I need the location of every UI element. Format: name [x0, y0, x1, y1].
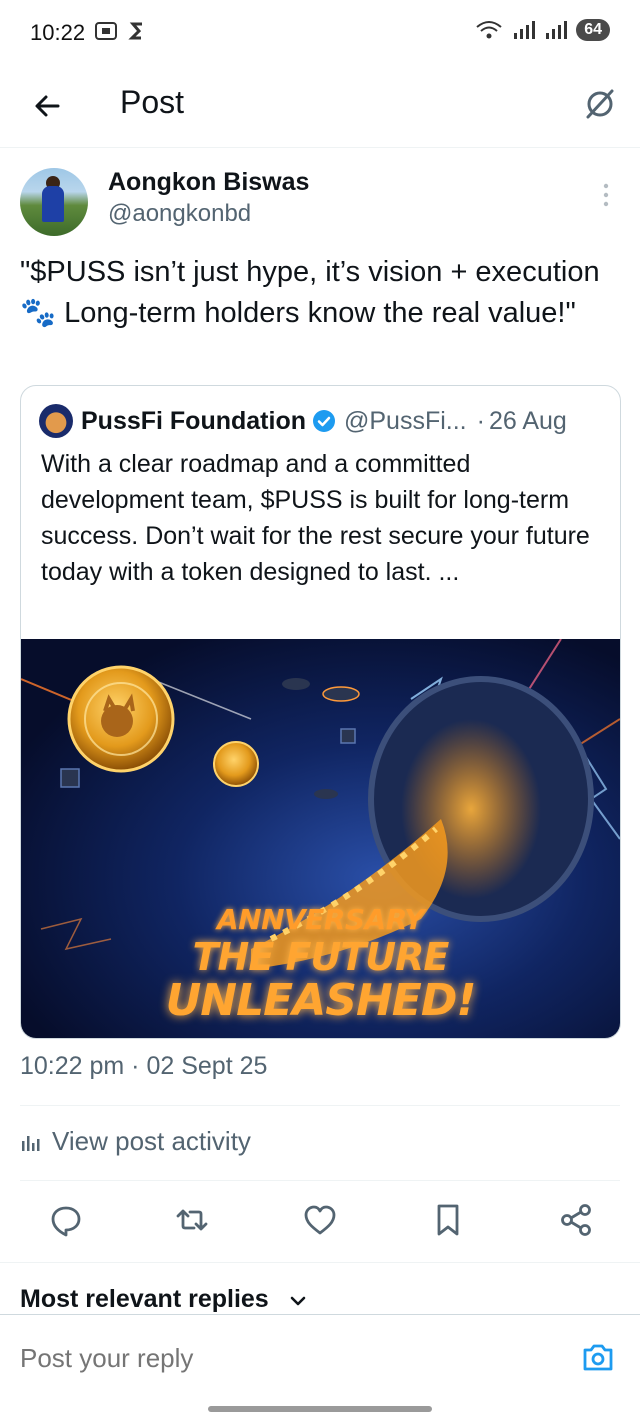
- more-options-button[interactable]: [594, 180, 618, 210]
- view-post-activity-label: View post activity: [52, 1126, 251, 1156]
- divider: [20, 1105, 620, 1106]
- reply-composer: [0, 1314, 640, 1390]
- author-handle[interactable]: @aongkonbd: [108, 200, 251, 228]
- analytics-icon: [22, 1135, 40, 1151]
- reply-input[interactable]: [20, 1343, 560, 1374]
- author-avatar[interactable]: [20, 168, 88, 236]
- heart-icon: [304, 1205, 336, 1235]
- share-icon: [561, 1204, 591, 1236]
- chevron-down-icon: [290, 1296, 306, 1306]
- bookmark-icon: [437, 1204, 459, 1236]
- back-button[interactable]: [28, 86, 68, 126]
- wifi-icon: [476, 21, 502, 39]
- reply-button[interactable]: [48, 1202, 84, 1238]
- post-text: "$PUSS isn’t just hype, it’s vision + ex…: [20, 256, 600, 329]
- image-caption-line-3: UNLEASHED!: [165, 975, 477, 1026]
- author-name[interactable]: Aongkon Biswas: [108, 168, 309, 197]
- share-button[interactable]: [558, 1202, 594, 1238]
- quoted-post[interactable]: PussFi Foundation @PussFi... · 26 Aug Wi…: [20, 385, 621, 1039]
- quoted-date: 26 Aug: [488, 406, 567, 435]
- reply-icon: [51, 1206, 81, 1237]
- quoted-post-image[interactable]: ANNVERSARY THE FUTURE UNLEASHED!: [21, 639, 620, 1038]
- quoted-author-name: PussFi Foundation: [81, 406, 306, 435]
- grok-button[interactable]: [580, 84, 620, 124]
- image-caption-line-2: THE FUTURE: [192, 935, 450, 979]
- post-timestamp: 10:22 pm · 02 Sept 25: [20, 1052, 268, 1080]
- screenshot-icon: [95, 22, 117, 40]
- bookmark-button[interactable]: [430, 1202, 466, 1238]
- replies-sort[interactable]: Most relevant replies: [0, 1262, 640, 1314]
- status-bar: 10:22 64: [0, 0, 640, 66]
- status-time: 10:22: [30, 20, 86, 45]
- more-vertical-icon: [603, 183, 609, 207]
- verified-icon: [313, 410, 335, 432]
- quoted-author-handle: @PussFi...: [344, 406, 467, 435]
- divider: [20, 1180, 620, 1181]
- signal-icon: [514, 21, 536, 39]
- quoted-post-header: PussFi Foundation @PussFi... · 26 Aug: [39, 404, 567, 438]
- repost-button[interactable]: [174, 1202, 210, 1238]
- view-post-activity[interactable]: View post activity: [20, 1126, 251, 1157]
- repost-icon: [176, 1209, 208, 1231]
- quoted-post-text: With a clear roadmap and a committed dev…: [41, 450, 590, 586]
- quoted-author-avatar: [39, 404, 73, 438]
- like-button[interactable]: [302, 1202, 338, 1238]
- arrow-left-icon: [35, 95, 60, 117]
- signal-icon-2: [546, 21, 568, 39]
- image-caption-line-1: ANNVERSARY: [217, 903, 425, 936]
- replies-sort-label: Most relevant replies: [20, 1285, 269, 1313]
- battery-badge: 64: [576, 19, 610, 41]
- grok-icon: [586, 89, 614, 119]
- app-s-icon: [128, 22, 142, 40]
- quoted-separator: ·: [476, 406, 485, 435]
- status-notification-icons: [94, 20, 146, 42]
- home-indicator[interactable]: [208, 1406, 432, 1412]
- post-header: Post: [0, 66, 640, 148]
- post-actions: [0, 1188, 640, 1252]
- camera-icon: [583, 1344, 613, 1371]
- status-system-icons: 64: [474, 19, 610, 41]
- page-title: Post: [120, 84, 185, 120]
- camera-button[interactable]: [580, 1339, 616, 1375]
